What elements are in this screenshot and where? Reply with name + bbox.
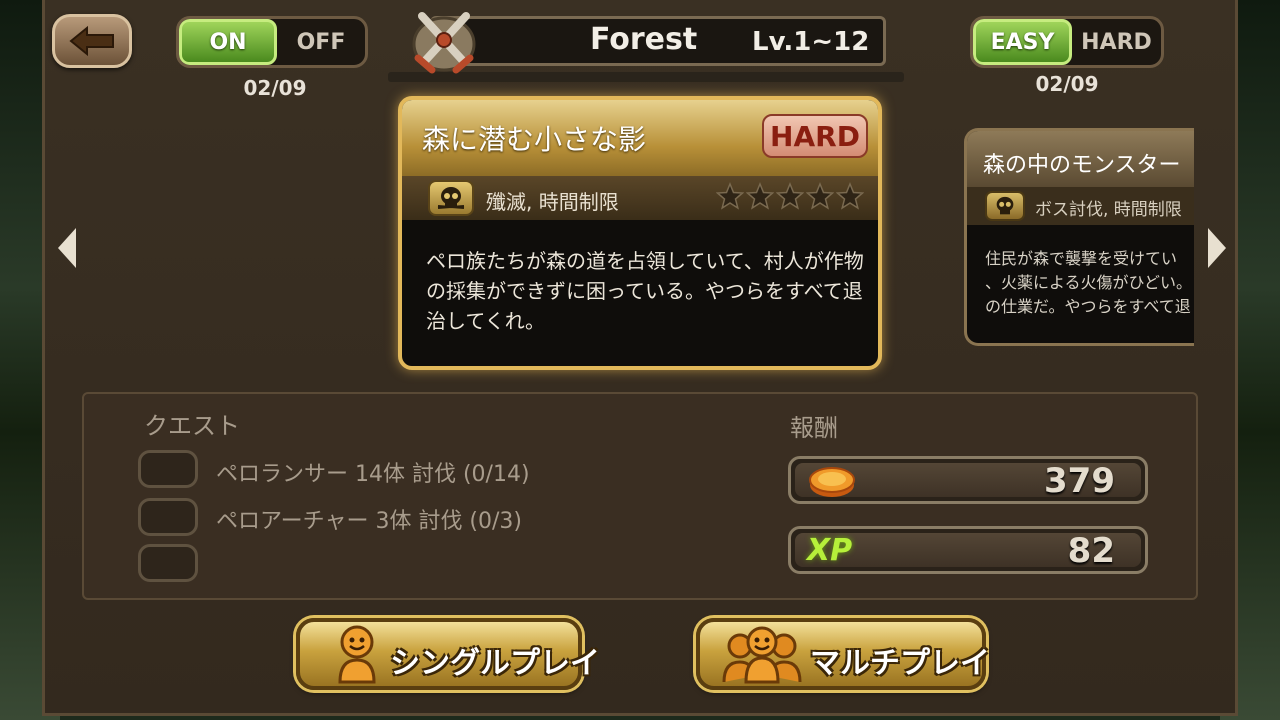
objective-checkbox	[138, 544, 198, 582]
quest-description: ペロ族たちが森の道を占領していて、村人が作物の採集ができずに困っている。やつらを…	[426, 249, 864, 333]
xp-amount: 82	[1067, 531, 1115, 571]
back-arrow-icon	[69, 25, 114, 57]
difficulty-easy-button[interactable]: EASY	[973, 19, 1072, 65]
difficulty-badge: HARD	[762, 114, 868, 158]
toggle-on-button[interactable]: ON	[179, 19, 277, 65]
next-quest-description: 住民が森で襲撃を受けてい 、火薬による火傷がひどい。 の仕業だ。やつらをすべて退	[985, 247, 1194, 319]
auto-toggle[interactable]: ON OFF	[176, 16, 368, 68]
skull-icon	[985, 191, 1025, 221]
objective-checkbox	[138, 450, 198, 488]
next-quest-title: 森の中のモンスター	[983, 153, 1181, 178]
quest-type-row: 殲滅, 時間制限	[402, 176, 878, 220]
quest-card-selected[interactable]: 森に潜む小さな影 HARD 殲滅, 時間制限 ペロ族たちが森の道を占領していて、…	[398, 96, 882, 370]
crossed-swords-icon	[412, 12, 476, 74]
gold-coin-icon	[809, 467, 855, 497]
quest-label: クエスト	[144, 412, 240, 440]
quest-title: 森に潜む小さな影	[422, 123, 647, 156]
next-arrow-icon[interactable]	[1204, 226, 1230, 270]
difficulty-date: 02/09	[1035, 72, 1099, 96]
next-quest-type-row: ボス討伐, 時間制限	[967, 187, 1194, 225]
star-icon	[746, 182, 774, 210]
xp-reward: XP 82	[788, 526, 1148, 574]
prev-arrow-icon[interactable]	[54, 226, 80, 270]
xp-icon: XP	[807, 533, 853, 568]
single-play-button[interactable]: シングルプレイ	[296, 618, 600, 690]
objective-text: ペロランサー 14体 討伐 (0/14)	[216, 462, 530, 487]
area-title: Forest	[590, 22, 698, 57]
next-quest-desc-line: 住民が森で襲撃を受けてい	[985, 249, 1178, 268]
gold-amount: 379	[1044, 461, 1115, 501]
area-level: Lv.1~12	[752, 27, 870, 57]
quest-card-next[interactable]: 森の中のモンスター ボス討伐, 時間制限 住民が森で襲撃を受けてい 、火薬による…	[964, 128, 1194, 346]
next-quest-desc-line: 、火薬による火傷がひどい。	[985, 273, 1193, 292]
skull-icon	[428, 180, 474, 216]
reward-label: 報酬	[790, 414, 838, 442]
multi-play-label: マルチプレイ	[810, 646, 990, 681]
single-player-icon	[338, 625, 376, 684]
star-icon	[836, 182, 864, 210]
difficulty-toggle[interactable]: EASY HARD	[970, 16, 1164, 68]
gold-reward: 379	[788, 456, 1148, 504]
multi-play-button[interactable]: マルチプレイ	[696, 618, 990, 690]
next-quest-type: ボス討伐, 時間制限	[1035, 200, 1182, 220]
quest-card-header: 森に潜む小さな影 HARD	[402, 100, 878, 178]
star-icon	[806, 182, 834, 210]
star-icon	[716, 182, 744, 210]
objective-text: ペロアーチャー 3体 討伐 (0/3)	[216, 509, 523, 534]
single-play-label: シングルプレイ	[390, 646, 600, 681]
objective-checkbox	[138, 498, 198, 536]
multi-player-icon	[722, 626, 802, 684]
next-quest-desc-line: の仕業だ。やつらをすべて退	[985, 297, 1191, 316]
difficulty-hard-button[interactable]: HARD	[1072, 19, 1161, 65]
difficulty-stars	[716, 182, 864, 210]
next-quest-header: 森の中のモンスター	[967, 131, 1194, 187]
back-button[interactable]	[52, 14, 132, 68]
toggle-off-button[interactable]: OFF	[277, 19, 365, 65]
auto-date: 02/09	[243, 76, 307, 100]
quest-type: 殲滅, 時間制限	[486, 190, 619, 214]
star-icon	[776, 182, 804, 210]
